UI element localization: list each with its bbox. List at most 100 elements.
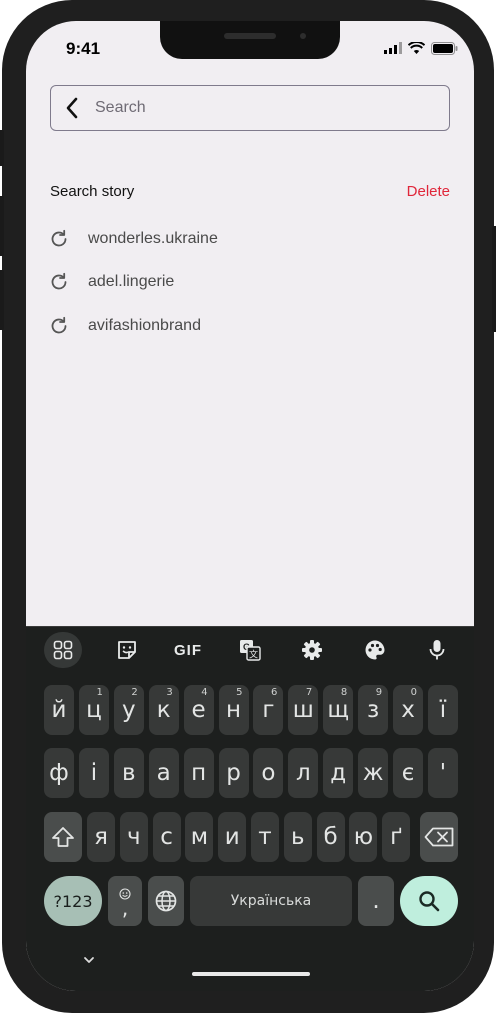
settings-button[interactable]	[293, 632, 331, 668]
key[interactable]: с	[152, 812, 181, 862]
key[interactable]: я	[87, 812, 115, 862]
history-item[interactable]: adel.lingerie	[48, 261, 448, 305]
key[interactable]: ю	[349, 812, 378, 862]
status-icons	[384, 41, 458, 55]
key[interactable]: в	[113, 748, 144, 798]
signal-icon	[384, 42, 402, 54]
power-button	[492, 226, 496, 332]
gif-button[interactable]: GIF	[168, 632, 208, 668]
key[interactable]: и	[218, 812, 247, 862]
keyboard: GIF G文 йц1у2к3е4н5г6ш7щ8з9х0ї фівапролдж…	[26, 626, 474, 991]
phone-frame: 9:41 Search story Delete	[0, 0, 496, 1013]
key[interactable]: х0	[393, 685, 423, 735]
key[interactable]: і	[78, 748, 109, 798]
home-indicator[interactable]	[192, 972, 310, 976]
key[interactable]: л	[288, 748, 319, 798]
period-key[interactable]: .	[358, 876, 394, 926]
hide-keyboard-button[interactable]	[82, 952, 96, 970]
search-key[interactable]	[400, 876, 458, 926]
translate-icon: G文	[240, 640, 261, 661]
symbols-key[interactable]: ?123	[44, 876, 102, 926]
key[interactable]: г6	[253, 685, 284, 735]
key[interactable]: ц1	[78, 685, 109, 735]
key[interactable]: м	[185, 812, 214, 862]
key[interactable]: ж	[358, 748, 389, 798]
sticker-button[interactable]	[108, 632, 146, 668]
key[interactable]: н5	[218, 685, 249, 735]
key-hint: 5	[236, 687, 243, 698]
key-char: г	[262, 697, 275, 723]
screen: 9:41 Search story Delete	[26, 21, 474, 991]
space-key[interactable]: Українська	[190, 876, 352, 926]
key-char: ц	[86, 697, 102, 723]
key[interactable]: щ8	[323, 685, 354, 735]
key-char: у	[121, 697, 136, 723]
history-icon	[48, 228, 70, 250]
status-bar: 9:41	[26, 21, 474, 77]
key-hint: 1	[96, 687, 103, 698]
wifi-icon	[408, 42, 425, 54]
search-input[interactable]	[93, 98, 417, 118]
comma-label: ,	[121, 896, 129, 920]
volume-up-button	[0, 196, 4, 256]
notch	[160, 21, 340, 59]
language-key[interactable]	[148, 876, 184, 926]
camera	[300, 33, 306, 39]
key[interactable]: з9	[358, 685, 389, 735]
voice-input-button[interactable]	[418, 632, 456, 668]
battery-icon	[431, 41, 458, 55]
volume-down-button	[0, 270, 4, 330]
key-char: х	[401, 697, 415, 723]
key-char: ш	[292, 697, 314, 723]
key[interactable]: р	[218, 748, 249, 798]
back-button[interactable]	[51, 85, 93, 131]
history-item-label: adel.lingerie	[88, 273, 175, 291]
emoji-comma-key[interactable]: ,	[108, 876, 142, 926]
search-bar[interactable]	[50, 85, 450, 131]
key-hint: 4	[201, 687, 208, 698]
mute-switch	[0, 130, 4, 166]
key[interactable]: '	[427, 748, 458, 798]
navigation-bar	[26, 942, 474, 991]
keyboard-toolbar: GIF G文	[26, 627, 474, 673]
backspace-key[interactable]	[420, 812, 458, 862]
key[interactable]: д	[323, 748, 354, 798]
key-hint: 3	[166, 687, 173, 698]
key[interactable]: ґ	[382, 812, 411, 862]
globe-icon	[155, 890, 177, 912]
history-item[interactable]: wonderles.ukraine	[48, 217, 448, 261]
theme-button[interactable]	[356, 632, 394, 668]
key[interactable]: ш7	[288, 685, 319, 735]
key[interactable]: у2	[113, 685, 144, 735]
key[interactable]: о	[253, 748, 284, 798]
key[interactable]: є	[393, 748, 423, 798]
key-char: е	[191, 697, 206, 723]
key[interactable]: п	[183, 748, 214, 798]
key[interactable]: к3	[148, 685, 179, 735]
delete-history-button[interactable]: Delete	[407, 183, 450, 200]
key-char: к	[156, 697, 171, 723]
key[interactable]: ф	[44, 748, 74, 798]
key[interactable]: а	[148, 748, 179, 798]
apps-grid-button[interactable]	[44, 632, 82, 668]
svg-text:文: 文	[249, 649, 258, 661]
key[interactable]: й	[44, 685, 74, 735]
key[interactable]: ї	[427, 685, 458, 735]
key[interactable]: т	[251, 812, 279, 862]
key[interactable]: б	[316, 812, 345, 862]
sticker-icon	[118, 641, 136, 659]
backspace-icon	[424, 827, 454, 847]
key-hint: 0	[410, 687, 417, 698]
key-char: й	[51, 697, 67, 723]
history-item[interactable]: avifashionbrand	[48, 304, 448, 348]
microphone-icon	[429, 640, 445, 660]
search-story-header: Search story Delete	[50, 183, 450, 200]
key[interactable]: е4	[183, 685, 214, 735]
palette-icon	[365, 640, 385, 660]
translate-button[interactable]: G文	[231, 632, 269, 668]
back-arrow-icon	[66, 97, 78, 119]
key[interactable]: ч	[119, 812, 148, 862]
key[interactable]: ь	[283, 812, 312, 862]
shift-key[interactable]	[44, 812, 82, 862]
chevron-down-icon	[84, 957, 94, 963]
